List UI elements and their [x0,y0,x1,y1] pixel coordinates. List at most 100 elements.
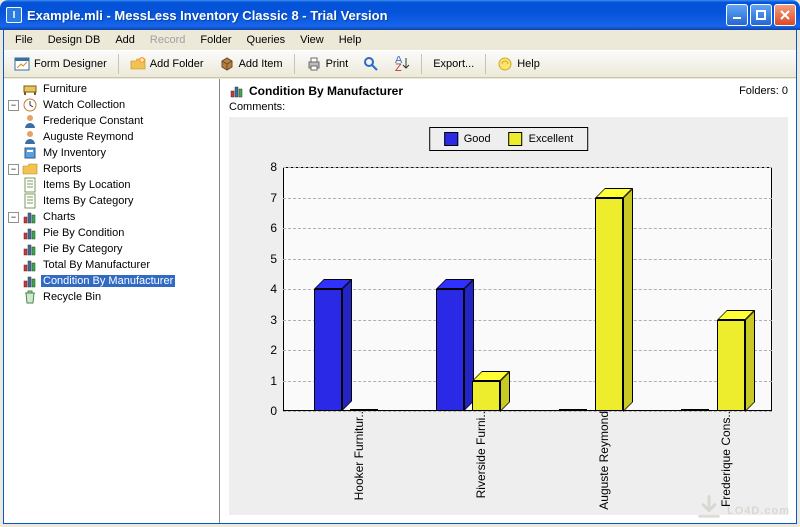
y-tick-label: 0 [270,404,283,418]
chart-legend: Good Excellent [429,127,589,151]
folder-reports-icon [22,161,38,177]
toolbar-separator [118,54,119,74]
tree-item-items-by-category[interactable]: Items By Category [6,193,219,209]
add-item-icon [219,56,235,72]
tree-item-charts[interactable]: −Charts [6,209,219,225]
gridline [283,228,772,229]
bar-excellent-2 [595,198,623,412]
tree-item-pie-by-category[interactable]: Pie By Category [6,241,219,257]
gridline [283,320,772,321]
menu-queries[interactable]: Queries [240,32,293,48]
export-label: Export... [433,58,474,70]
report-icon [22,193,38,209]
window-maximize-button[interactable] [750,4,772,26]
x-tick-label: Frederique Cons.. [719,411,733,507]
barchart-icon [22,225,38,241]
toolbar-separator [421,54,422,74]
add-folder-icon [130,56,146,72]
x-tick-label: Hooker Furnitur.. [352,411,366,500]
inventory-icon [22,145,38,161]
y-tick-label: 2 [270,343,283,357]
tree-item-recycle-bin[interactable]: Recycle Bin [6,289,219,305]
barchart-icon [22,241,38,257]
recycle-bin-icon [22,289,38,305]
menubar: File Design DB Add Record Folder Queries… [4,30,796,50]
window-close-button[interactable] [774,4,796,26]
y-tick-label: 8 [270,160,283,174]
furniture-icon [22,81,38,97]
sort-az-icon: AZ [394,56,410,72]
help-label: Help [517,58,540,70]
tree-item-auguste-reymond[interactable]: Auguste Reymond [6,129,219,145]
help-icon [497,56,513,72]
add-folder-button[interactable]: Add Folder [123,53,211,75]
window-title: Example.mli - MessLess Inventory Classic… [27,8,726,23]
tree-item-items-by-location[interactable]: Items By Location [6,177,219,193]
collapse-toggle-icon[interactable]: − [8,164,19,175]
add-folder-label: Add Folder [150,58,204,70]
y-tick-label: 7 [270,191,283,205]
gridline [283,381,772,382]
folder-tree[interactable]: Furniture −Watch Collection Frederique C… [4,79,220,523]
form-designer-label: Form Designer [34,58,107,70]
barchart-icon [22,209,38,225]
menu-file[interactable]: File [8,32,40,48]
add-item-label: Add Item [239,58,283,70]
tree-item-frederique-constant[interactable]: Frederique Constant [6,113,219,129]
export-button[interactable]: Export... [426,55,481,73]
legend-good: Good [444,132,491,146]
gridline [283,198,772,199]
window-minimize-button[interactable] [726,4,748,26]
collapse-toggle-icon[interactable]: − [8,212,19,223]
tree-item-watch-collection[interactable]: −Watch Collection [6,97,219,113]
menu-design-db[interactable]: Design DB [41,32,108,48]
tree-item-furniture[interactable]: Furniture [6,81,219,97]
menu-help[interactable]: Help [332,32,369,48]
bar-excellent-1 [472,381,500,412]
legend-excellent: Excellent [509,132,574,146]
bar-good-0 [314,289,342,411]
plot-area: 012345678Hooker Furnitur..Riverside Furn… [283,167,772,411]
y-tick-label: 6 [270,221,283,235]
search-icon [363,56,379,72]
barchart-icon [22,273,38,289]
gridline [283,289,772,290]
titlebar: I Example.mli - MessLess Inventory Class… [0,0,800,30]
bar-excellent-3 [717,320,745,412]
menu-add[interactable]: Add [108,32,142,48]
help-button[interactable]: Help [490,53,547,75]
toolbar: Form Designer Add Folder Add Item Print … [4,50,796,78]
barchart-icon [229,83,245,99]
gridline [283,259,772,260]
comments-label: Comments: [229,99,788,117]
y-tick-label: 4 [270,282,283,296]
gridline [283,167,772,168]
tree-item-pie-by-condition[interactable]: Pie By Condition [6,225,219,241]
toolbar-separator [485,54,486,74]
tree-item-reports[interactable]: −Reports [6,161,219,177]
sort-button[interactable]: AZ [387,53,417,75]
folders-count: Folders: 0 [739,85,788,97]
legend-swatch-good [444,132,458,146]
tree-item-total-by-manufacturer[interactable]: Total By Manufacturer [6,257,219,273]
collapse-toggle-icon[interactable]: − [8,100,19,111]
content-header: Condition By Manufacturer Folders: 0 Com… [221,79,796,117]
tree-item-my-inventory[interactable]: My Inventory [6,145,219,161]
toolbar-separator [294,54,295,74]
menu-view[interactable]: View [293,32,331,48]
page-title: Condition By Manufacturer [249,84,739,98]
tree-item-condition-by-manufacturer[interactable]: Condition By Manufacturer [6,273,219,289]
app-icon: I [6,7,22,23]
menu-folder[interactable]: Folder [193,32,238,48]
x-tick-label: Riverside Furni.. [474,411,488,498]
legend-swatch-excellent [509,132,523,146]
search-button[interactable] [356,53,386,75]
x-tick-label: Auguste Reymond [597,411,611,510]
chart-pane: Good Excellent 012345678Hooker Furnitur.… [229,117,788,515]
add-item-button[interactable]: Add Item [212,53,290,75]
clock-icon [22,97,38,113]
form-designer-button[interactable]: Form Designer [7,53,114,75]
form-designer-icon [14,56,30,72]
print-button[interactable]: Print [299,53,356,75]
content-area: Condition By Manufacturer Folders: 0 Com… [220,79,796,523]
